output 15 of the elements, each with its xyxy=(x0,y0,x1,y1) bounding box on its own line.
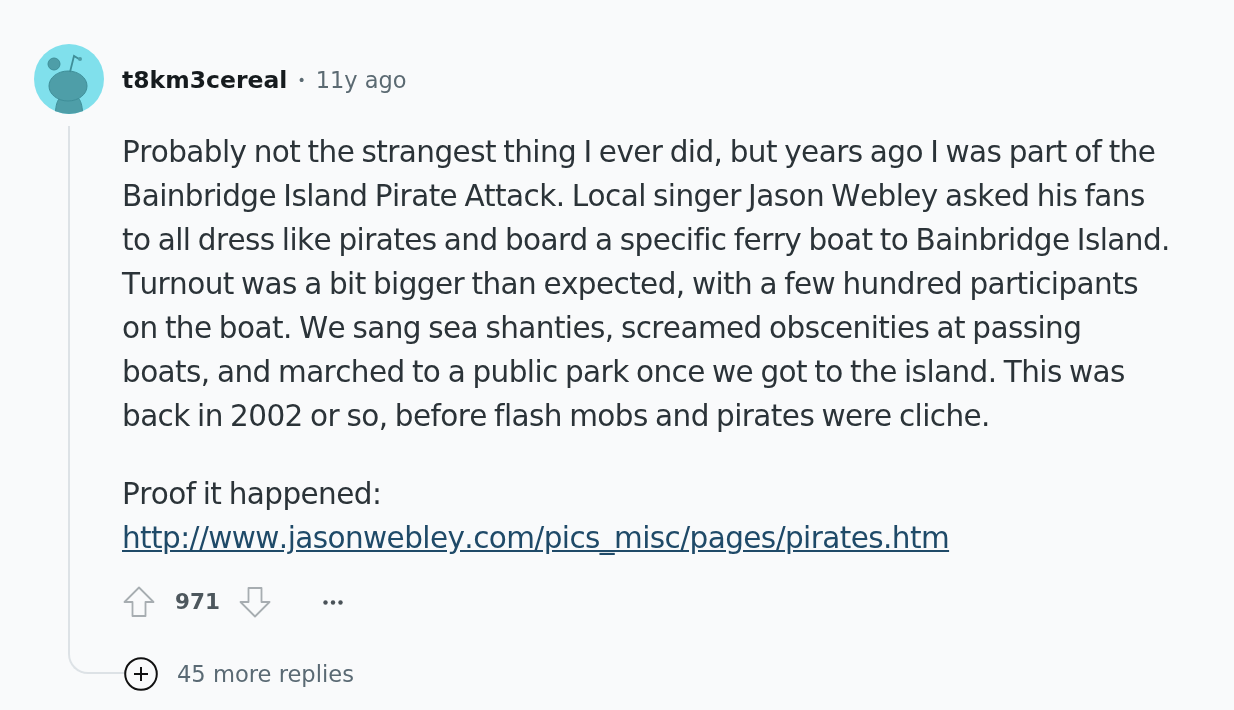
comment-text: Proof it happened: xyxy=(122,476,383,513)
username[interactable]: t8km3cereal xyxy=(122,66,288,94)
downvote-button[interactable] xyxy=(237,585,272,619)
more-replies-button[interactable]: 45 more replies xyxy=(124,657,354,691)
separator-dot: • xyxy=(297,72,306,88)
comment-text: Probably not the strangest thing I ever did, but years ago I was part of the Bainbridge Island Pirate Attack. Local singer Jason Webley asked his fans to all dress like pirates and board a specific ferry boat to Bainbridge Island. Turnout was a bit bigger than expected, with a few hundred participants on the boat. We sang sea shanties, screamed obscenities at passing boats, and marched to a public park once we got to the island. This was back in 2002 or so, before flash mobs and pirates were cliche. xyxy=(122,134,1171,435)
up-arrow-icon xyxy=(122,585,156,619)
timestamp: 11y ago xyxy=(315,67,407,93)
down-arrow-icon xyxy=(237,585,272,619)
link[interactable]: http://www.jasonwebley.com/pics_misc/pages/pirates.htm xyxy=(122,516,950,560)
avatar-icon xyxy=(34,44,104,114)
more-options-icon xyxy=(322,599,343,605)
plus-circle-icon xyxy=(124,657,158,691)
vote-count: 971 xyxy=(175,588,220,616)
upvote-button[interactable] xyxy=(122,585,156,619)
